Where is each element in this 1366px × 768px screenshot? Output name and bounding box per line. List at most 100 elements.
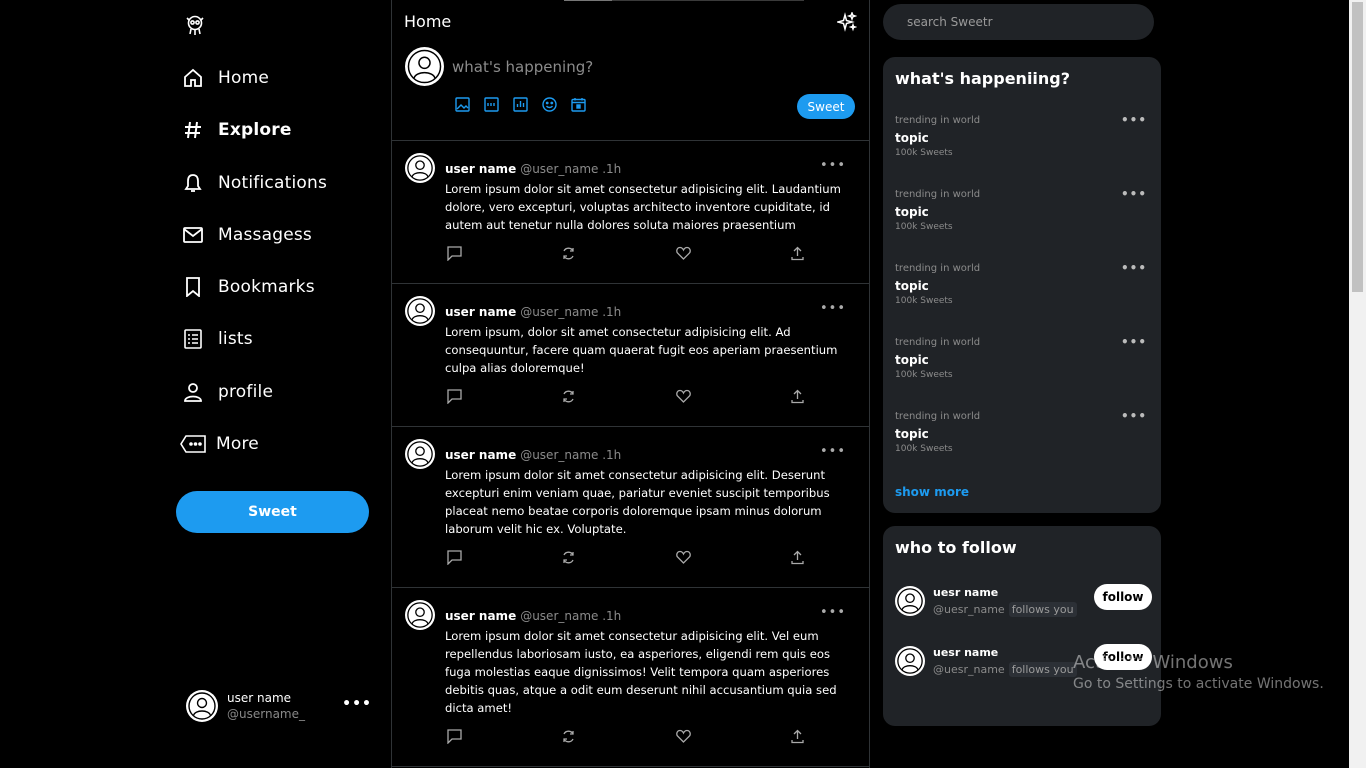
avatar xyxy=(895,586,925,616)
trend-item[interactable]: trending in world topic 100k Sweets ••• xyxy=(895,261,1149,313)
follow-suggestion[interactable]: uesr name @uesr_name follows you follow xyxy=(895,584,1152,620)
sidebar-item-bookmarks[interactable]: Bookmarks xyxy=(182,272,315,302)
suggestion-name: uesr name xyxy=(933,646,999,659)
trend-context: trending in world xyxy=(895,411,981,422)
emoji-icon[interactable] xyxy=(541,96,557,112)
tweet[interactable]: user name @user_name .1h ••• Lorem ipsum … xyxy=(392,427,869,588)
poll-icon[interactable] xyxy=(512,96,528,112)
sidebar-item-profile[interactable]: profile xyxy=(182,377,273,407)
sidebar-item-notifications[interactable]: Notifications xyxy=(182,168,327,198)
like-icon[interactable] xyxy=(675,388,691,404)
like-icon[interactable] xyxy=(675,728,691,744)
avatar xyxy=(405,153,435,183)
sidebar-item-label: lists xyxy=(218,329,253,349)
tweet-more-icon[interactable]: ••• xyxy=(820,158,846,173)
retweet-icon[interactable] xyxy=(561,728,577,744)
sidebar-item-home[interactable]: Home xyxy=(182,63,269,93)
like-icon[interactable] xyxy=(675,245,691,261)
account-switcher[interactable]: user name @username_ ••• xyxy=(186,686,376,726)
gif-icon[interactable] xyxy=(483,96,499,112)
retweet-icon[interactable] xyxy=(561,388,577,404)
app-logo-icon[interactable] xyxy=(184,14,206,36)
trend-topic: topic xyxy=(895,353,929,367)
sidebar-item-explore[interactable]: Explore xyxy=(182,115,292,145)
trend-item[interactable]: trending in world topic 100k Sweets ••• xyxy=(895,113,1149,165)
tweet-username[interactable]: user name xyxy=(445,162,516,176)
who-to-follow-title: who to follow xyxy=(895,538,1017,557)
account-more-icon[interactable]: ••• xyxy=(342,696,372,712)
who-to-follow-panel: who to follow uesr name @uesr_name follow… xyxy=(883,526,1161,726)
composer-toolbar xyxy=(454,96,586,112)
trend-count: 100k Sweets xyxy=(895,148,953,158)
search-input[interactable] xyxy=(883,4,1154,40)
sweet-button[interactable]: Sweet xyxy=(176,491,369,533)
share-icon[interactable] xyxy=(790,728,806,744)
trend-more-icon[interactable]: ••• xyxy=(1121,187,1147,201)
tweet-handle: @user_name .1h xyxy=(520,162,622,176)
tweet-more-icon[interactable]: ••• xyxy=(820,301,846,316)
tweet-more-icon[interactable]: ••• xyxy=(820,444,846,459)
share-icon[interactable] xyxy=(790,245,806,261)
bell-icon xyxy=(182,172,204,194)
compose-input[interactable] xyxy=(452,55,812,79)
sidebar-item-label: Massagess xyxy=(218,225,312,245)
trend-item[interactable]: trending in world topic 100k Sweets ••• xyxy=(895,409,1149,461)
sidebar-item-label: Home xyxy=(218,68,270,88)
avatar xyxy=(405,600,435,630)
reply-icon[interactable] xyxy=(446,728,462,744)
more-icon xyxy=(180,433,206,455)
share-icon[interactable] xyxy=(790,549,806,565)
composer-avatar xyxy=(405,47,444,86)
trend-more-icon[interactable]: ••• xyxy=(1121,113,1147,127)
tweet-username[interactable]: user name xyxy=(445,305,516,319)
trends-title: what's happeniing? xyxy=(895,69,1071,88)
tweet[interactable]: user name @user_name .1h ••• Lorem ipsum … xyxy=(392,588,869,767)
trend-topic: topic xyxy=(895,427,929,441)
tweet-username[interactable]: user name xyxy=(445,609,516,623)
scrollbar-thumb[interactable] xyxy=(1352,2,1363,292)
sidebar-item-label: Bookmarks xyxy=(218,277,315,297)
sparkle-icon[interactable] xyxy=(835,10,858,32)
page-scrollbar[interactable] xyxy=(1349,0,1366,768)
share-icon[interactable] xyxy=(790,388,806,404)
hashtag-icon xyxy=(182,119,204,141)
retweet-icon[interactable] xyxy=(561,549,577,565)
trend-more-icon[interactable]: ••• xyxy=(1121,335,1147,349)
trend-item[interactable]: trending in world topic 100k Sweets ••• xyxy=(895,335,1149,387)
reply-icon[interactable] xyxy=(446,549,462,565)
reply-icon[interactable] xyxy=(446,245,462,261)
show-more-link[interactable]: show more xyxy=(895,485,969,499)
trend-context: trending in world xyxy=(895,337,981,348)
sidebar-item-more[interactable]: More xyxy=(180,429,259,459)
sidebar-item-label: Notifications xyxy=(218,173,327,193)
trend-count: 100k Sweets xyxy=(895,222,953,232)
tweet[interactable]: user name @user_name .1h ••• Lorem ipsum … xyxy=(392,141,869,284)
image-icon[interactable] xyxy=(454,96,470,112)
reply-icon[interactable] xyxy=(446,388,462,404)
trend-count: 100k Sweets xyxy=(895,296,953,306)
follow-button[interactable]: follow xyxy=(1094,584,1152,610)
trend-context: trending in world xyxy=(895,189,981,200)
trends-panel: what's happeniing? trending in world top… xyxy=(883,57,1161,513)
tweet-username[interactable]: user name xyxy=(445,448,516,462)
watermark-subtitle: Go to Settings to activate Windows. xyxy=(1073,676,1324,692)
sidebar: Home Explore Notifications Massagess Boo… xyxy=(176,0,376,768)
retweet-icon[interactable] xyxy=(561,245,577,261)
schedule-icon[interactable] xyxy=(570,96,586,112)
avatar xyxy=(186,690,218,722)
tweet[interactable]: user name @user_name .1h ••• Lorem ipsum,… xyxy=(392,284,869,427)
trend-context: trending in world xyxy=(895,115,981,126)
sidebar-item-lists[interactable]: lists xyxy=(182,324,253,354)
tweet-more-icon[interactable]: ••• xyxy=(820,605,846,620)
trend-count: 100k Sweets xyxy=(895,370,953,380)
trend-more-icon[interactable]: ••• xyxy=(1121,261,1147,275)
trend-item[interactable]: trending in world topic 100k Sweets ••• xyxy=(895,187,1149,239)
tweet-text: Lorem ipsum dolor sit amet consectetur a… xyxy=(445,629,837,715)
trend-more-icon[interactable]: ••• xyxy=(1121,409,1147,423)
list-icon xyxy=(182,328,204,350)
like-icon[interactable] xyxy=(675,549,691,565)
page-title: Home xyxy=(404,12,452,31)
user-icon xyxy=(182,381,204,403)
sidebar-item-messages[interactable]: Massagess xyxy=(182,220,312,250)
post-sweet-button[interactable]: Sweet xyxy=(797,94,855,119)
